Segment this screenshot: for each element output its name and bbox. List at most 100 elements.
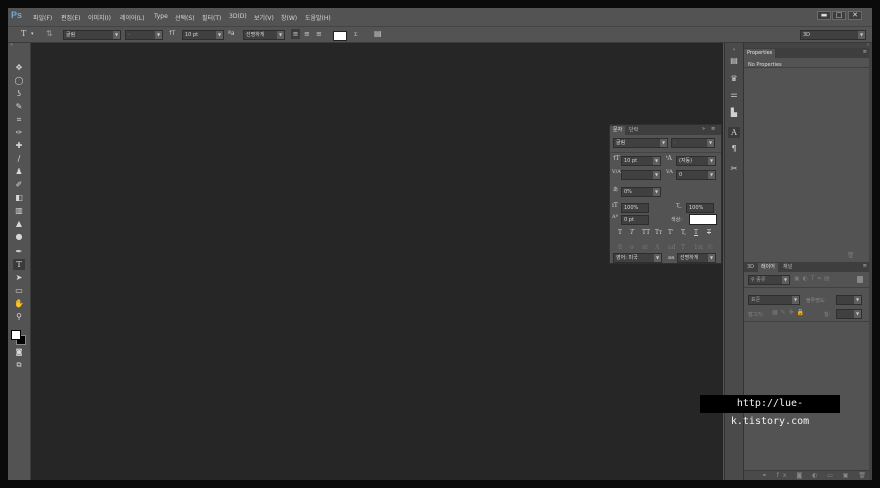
- dodge-tool-icon[interactable]: ●: [13, 231, 25, 242]
- char-font-style-select[interactable]: - ▼: [671, 138, 715, 148]
- brush-tool-icon[interactable]: ∕: [13, 153, 25, 164]
- screen-mode-icon[interactable]: ⧉: [13, 360, 25, 371]
- menu-layer[interactable]: 레이어(L): [120, 13, 145, 22]
- align-right-icon[interactable]: ≡: [316, 29, 322, 39]
- workspace-select[interactable]: 3D ▼: [800, 30, 866, 40]
- swash-button[interactable]: A: [655, 244, 659, 251]
- crop-tool-icon[interactable]: ⌗: [13, 114, 25, 125]
- panel-menu-icon[interactable]: ≡: [711, 126, 715, 132]
- antialias-select[interactable]: 선명하게 ▼: [243, 30, 285, 40]
- menu-file[interactable]: 파일(F): [33, 13, 52, 22]
- eraser-tool-icon[interactable]: ◧: [13, 192, 25, 203]
- tracking-field[interactable]: 0 ▼: [676, 170, 716, 180]
- discretionary-ligatures-button[interactable]: st: [642, 244, 648, 251]
- underline-button[interactable]: T: [694, 229, 698, 236]
- paragraph-panel-icon[interactable]: ¶: [728, 143, 740, 154]
- collapse-chevron-icon[interactable]: «: [10, 43, 26, 48]
- collapse-icon[interactable]: »: [702, 126, 705, 132]
- ordinals-button[interactable]: 1st: [694, 244, 703, 251]
- menu-edit[interactable]: 편집(E): [61, 13, 81, 22]
- tab-character[interactable]: 문자: [610, 126, 626, 135]
- menu-view[interactable]: 보기(V): [254, 13, 274, 22]
- maximize-button[interactable]: □: [832, 11, 846, 20]
- char-font-size-field[interactable]: 10 pt ▼: [621, 156, 661, 166]
- pen-tool-icon[interactable]: ✒: [13, 246, 25, 257]
- old-style-button[interactable]: ơ: [630, 244, 634, 251]
- menu-3d[interactable]: 3D(D): [229, 13, 247, 20]
- kerning-field[interactable]: ▼: [621, 170, 661, 180]
- faux-italic-button[interactable]: T: [630, 229, 634, 236]
- filter-toggle[interactable]: [857, 276, 863, 283]
- clone-stamp-tool-icon[interactable]: ♟: [13, 166, 25, 177]
- menu-image[interactable]: 이미지(I): [88, 13, 111, 22]
- type-tool-icon[interactable]: T: [13, 259, 25, 270]
- lasso-tool-icon[interactable]: ʖ: [13, 88, 25, 99]
- filter-icons[interactable]: ▣◐T⌗▤: [794, 275, 833, 283]
- align-left-icon[interactable]: ≡: [291, 29, 300, 39]
- brush-panel-icon[interactable]: ♛: [728, 73, 740, 84]
- foreground-color-swatch[interactable]: [11, 330, 21, 340]
- vertical-scale-field[interactable]: 100%: [621, 203, 649, 213]
- tool-preset-chevron-icon[interactable]: ▾: [31, 29, 34, 39]
- quick-select-tool-icon[interactable]: ✎: [13, 101, 25, 112]
- subscript-button[interactable]: T,: [681, 229, 686, 236]
- path-select-tool-icon[interactable]: ➤: [13, 272, 25, 283]
- faux-bold-button[interactable]: T: [618, 229, 622, 236]
- zoom-tool-icon[interactable]: ⚲: [13, 311, 25, 322]
- menu-type[interactable]: Type: [154, 13, 168, 20]
- history-panel-icon[interactable]: ▤: [728, 55, 740, 66]
- layer-filter-select[interactable]: ⚲ 종류 ▼: [748, 275, 790, 285]
- blur-tool-icon[interactable]: ▲: [13, 218, 25, 229]
- marquee-tool-icon[interactable]: ◯: [13, 75, 25, 86]
- tsume-field[interactable]: 0% ▼: [621, 187, 661, 197]
- tab-layers[interactable]: 레이어: [758, 263, 778, 272]
- align-center-icon[interactable]: ≡: [304, 29, 310, 39]
- superscript-button[interactable]: T': [668, 229, 674, 236]
- baseline-shift-field[interactable]: 0 pt: [621, 215, 649, 225]
- tab-properties[interactable]: Properties: [744, 49, 776, 58]
- minimize-button[interactable]: ▬: [817, 11, 831, 20]
- adjustments-panel-icon[interactable]: ⚌: [728, 89, 740, 100]
- right-scrollbar[interactable]: [869, 43, 872, 480]
- panels-toggle-icon[interactable]: ▤: [374, 29, 382, 39]
- character-color-swatch[interactable]: [689, 214, 717, 225]
- small-caps-button[interactable]: Tт: [655, 229, 662, 236]
- history-brush-tool-icon[interactable]: ✐: [13, 179, 25, 190]
- titling-alternates-button[interactable]: T: [681, 244, 685, 251]
- strikethrough-button[interactable]: T: [707, 229, 711, 236]
- tab-3d[interactable]: 3D: [744, 263, 757, 272]
- lock-icons[interactable]: ▦✎✥🔒: [772, 309, 807, 316]
- trash-icon[interactable]: 🗑: [847, 252, 855, 259]
- warp-text-icon[interactable]: ꮖ: [354, 29, 357, 39]
- tab-paragraph[interactable]: 단락: [626, 126, 641, 135]
- type-tool-icon[interactable]: T: [21, 29, 26, 39]
- menu-help[interactable]: 도움말(H): [305, 13, 331, 22]
- text-color-swatch[interactable]: [333, 31, 347, 41]
- move-tool-icon[interactable]: ✥: [13, 62, 25, 73]
- stylistic-alternates-button[interactable]: ad: [668, 244, 675, 251]
- hand-tool-icon[interactable]: ✋: [13, 298, 25, 309]
- fractions-button[interactable]: ½: [707, 244, 713, 251]
- layers-footer-icons[interactable]: ⚭ fx ◙ ◐ ▭ ▣ 🗑: [744, 470, 870, 480]
- character-panel-icon[interactable]: A: [728, 127, 740, 138]
- close-button[interactable]: ✕: [848, 11, 862, 20]
- quick-mask-icon[interactable]: ◙: [13, 347, 25, 358]
- font-size-select[interactable]: 10 pt ▼: [182, 30, 224, 40]
- menu-filter[interactable]: 필터(T): [202, 13, 221, 22]
- leading-field[interactable]: (자동) ▼: [676, 156, 716, 166]
- healing-brush-tool-icon[interactable]: ✚: [13, 140, 25, 151]
- all-caps-button[interactable]: TT: [642, 229, 650, 236]
- fill-field[interactable]: ▼: [836, 309, 862, 319]
- blend-mode-select[interactable]: 표준 ▼: [748, 295, 800, 305]
- language-select[interactable]: 영어: 미국 ▼: [613, 253, 662, 263]
- tool-presets-icon[interactable]: ✂: [728, 163, 740, 174]
- menu-window[interactable]: 창(W): [281, 13, 297, 22]
- gradient-tool-icon[interactable]: ▥: [13, 205, 25, 216]
- tab-channels[interactable]: 채널: [780, 263, 795, 272]
- font-style-select[interactable]: - ▼: [125, 30, 163, 40]
- horizontal-scale-field[interactable]: 100%: [686, 203, 714, 213]
- eyedropper-tool-icon[interactable]: ✑: [13, 127, 25, 138]
- char-font-family-select[interactable]: 굴림 ▼: [613, 138, 668, 148]
- ligatures-button[interactable]: fi: [618, 244, 622, 251]
- layer-comps-icon[interactable]: ▙: [728, 107, 740, 118]
